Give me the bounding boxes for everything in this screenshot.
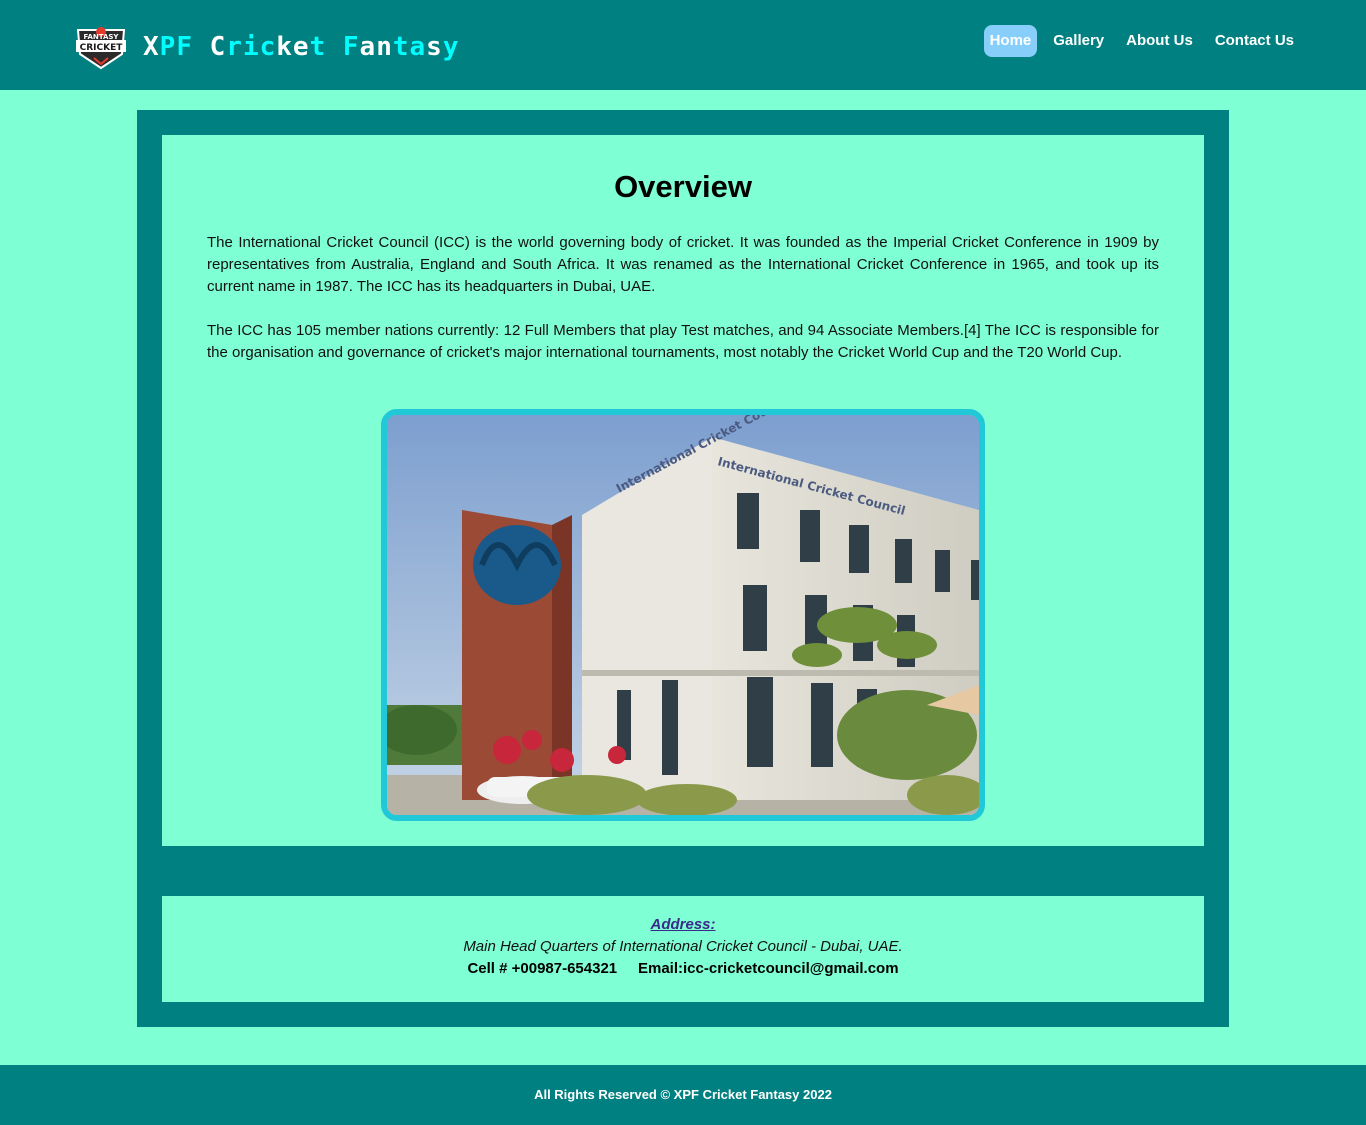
logo-text-top: FANTASY [83,33,119,41]
address-line: Main Head Quarters of International Cric… [463,938,903,955]
address-heading: Address: [650,916,716,933]
header-bar: FANTASY CRICKET XPF Cricket Fantasy Home… [0,0,1366,90]
contact-details: Cell # +00987-654321 Email:icc-cricketco… [162,960,1204,977]
overview-paragraph-2: The ICC has 105 member nations currently… [207,322,1159,361]
email-address[interactable]: Email:icc-cricketcouncil@gmail.com [638,960,899,977]
page-footer: All Rights Reserved © XPF Cricket Fantas… [0,1065,1366,1125]
cell-number: Cell # +00987-654321 [467,960,618,977]
brand-title[interactable]: XPF Cricket Fantasy [143,32,459,62]
nav-home[interactable]: Home [983,25,1038,57]
nav-about-us[interactable]: About Us [1120,25,1199,57]
nav-contact-us[interactable]: Contact Us [1209,25,1300,57]
fantasy-cricket-logo[interactable]: FANTASY CRICKET [72,24,130,70]
copyright-text: All Rights Reserved © XPF Cricket Fantas… [534,1087,832,1102]
address-section: Address: Main Head Quarters of Internati… [162,896,1204,1002]
overview-section: Overview The International Cricket Counc… [162,135,1204,846]
main-container: Overview The International Cricket Counc… [137,110,1229,1027]
nav-gallery[interactable]: Gallery [1047,25,1110,57]
logo-text-bottom: CRICKET [80,43,124,53]
icc-headquarters-image: International Cricket Council Internatio… [381,409,985,821]
page-title: Overview [614,169,752,204]
overview-paragraph-1: The International Cricket Council (ICC) … [207,234,1159,295]
main-nav: Home Gallery About Us Contact Us [983,25,1300,57]
